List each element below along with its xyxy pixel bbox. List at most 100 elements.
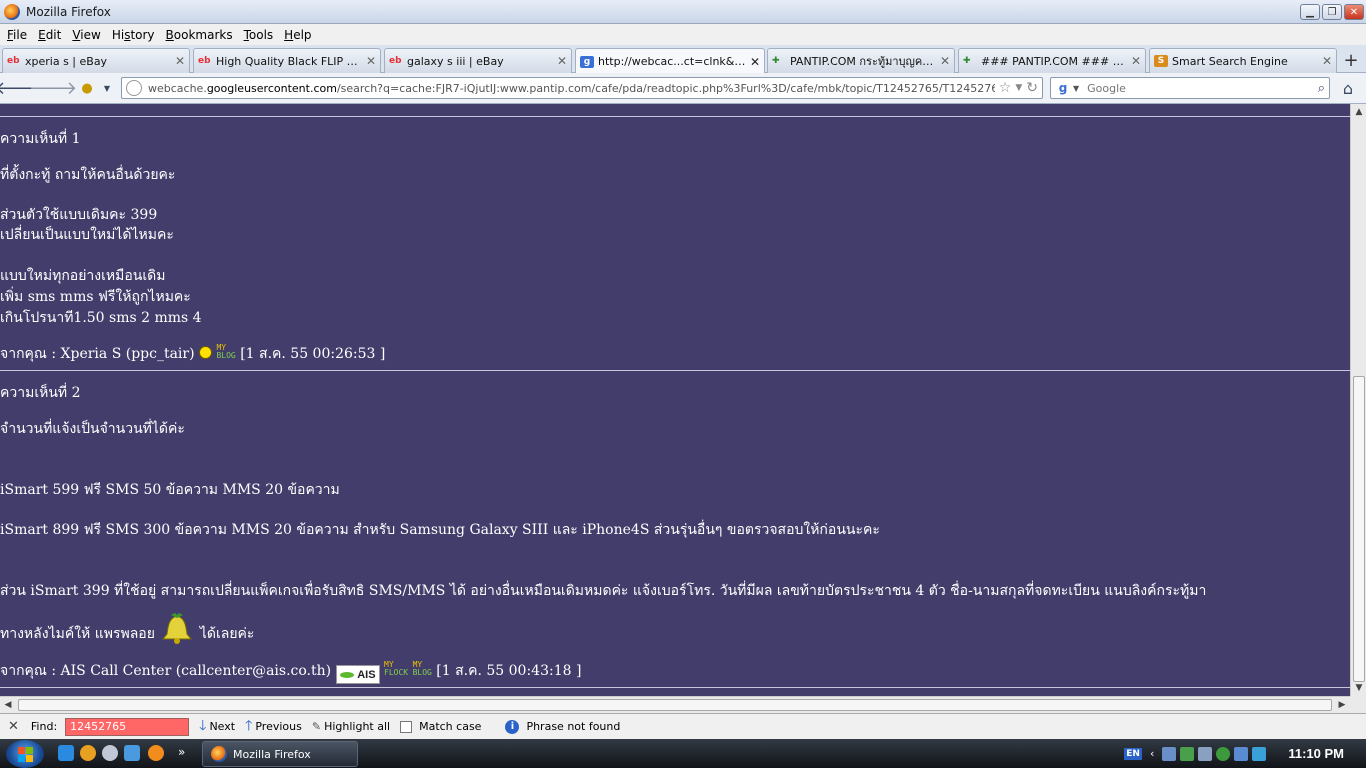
scroll-down-icon[interactable]: ▼ xyxy=(1351,680,1366,696)
app-quicklaunch-icon[interactable] xyxy=(80,745,96,761)
home-button[interactable]: ⌂ xyxy=(1336,78,1360,98)
close-window-button[interactable]: ✕ xyxy=(1344,4,1364,20)
bookmark-star-icon[interactable]: ☆ xyxy=(999,80,1012,96)
comment-header: ความเห็นที่ 1 xyxy=(0,131,81,147)
menu-bookmarks[interactable]: Bookmarks xyxy=(166,28,233,42)
url-bar[interactable]: webcache.googleusercontent.com/search?q=… xyxy=(121,77,1043,99)
windows-logo-icon xyxy=(17,746,33,762)
comment-2-footer: จากคุณ : AIS Call Center (callcenter@ais… xyxy=(0,660,1350,684)
vertical-scroll-thumb[interactable] xyxy=(1353,376,1365,682)
horizontal-scrollbar[interactable]: ◀ ▶ xyxy=(0,696,1350,713)
tab-close-icon[interactable]: ✕ xyxy=(366,54,376,68)
media-quicklaunch-icon[interactable] xyxy=(102,745,118,761)
reload-icon[interactable]: ↻ xyxy=(1026,80,1038,96)
tab-close-icon[interactable]: ✕ xyxy=(1322,54,1332,68)
app2-quicklaunch-icon[interactable] xyxy=(124,745,140,761)
minimize-button[interactable]: ▁ xyxy=(1300,4,1320,20)
tab-close-icon[interactable]: ✕ xyxy=(1131,54,1141,68)
myblog-link[interactable]: MY BLOG xyxy=(413,661,432,677)
info-icon: i xyxy=(505,719,520,734)
language-indicator[interactable]: EN xyxy=(1124,747,1142,760)
taskbar-firefox-item[interactable]: Mozilla Firefox xyxy=(202,741,358,767)
url-dropdown-icon[interactable]: ▼ xyxy=(1015,80,1022,96)
taskbar: » Mozilla Firefox EN ‹ 11:10 PM xyxy=(0,739,1366,768)
find-close-icon[interactable]: ✕ xyxy=(8,719,19,734)
scroll-right-icon[interactable]: ▶ xyxy=(1334,697,1350,713)
tab-webcache[interactable]: g http://webcac...ct=clnk&gl=th ✕ xyxy=(575,48,765,74)
comment-1-body-2: ส่วนตัวใช้แบบเดิมคะ 399 เปลี่ยนเป็นแบบให… xyxy=(0,205,1350,245)
tray-expand-icon[interactable]: ‹ xyxy=(1150,747,1154,760)
tray-monitor-icon[interactable] xyxy=(1198,746,1213,761)
myflock-link[interactable]: MY FLOCK xyxy=(384,661,408,677)
find-previous-button[interactable]: 🡑 Previous xyxy=(245,715,302,739)
back-button[interactable]: 🡐 xyxy=(0,78,43,99)
comment-line: ที่ตั้งกะทู้ ถามให้คนอื่นด้วยคะ xyxy=(0,167,176,183)
divider xyxy=(0,370,1350,371)
menu-tools[interactable]: Tools xyxy=(244,28,274,42)
google-search-engine-icon[interactable]: g xyxy=(1055,80,1071,96)
tab-close-icon[interactable]: ✕ xyxy=(940,54,950,68)
ebay-icon: eb xyxy=(389,56,402,66)
tab-close-icon[interactable]: ✕ xyxy=(557,54,567,68)
start-button[interactable] xyxy=(6,740,44,768)
tab-smart-search[interactable]: S Smart Search Engine ✕ xyxy=(1149,48,1337,73)
menu-history[interactable]: History xyxy=(112,28,155,42)
maximize-button[interactable]: ❐ xyxy=(1322,4,1342,20)
highlight-all-button[interactable]: ✎ Highlight all xyxy=(312,720,390,733)
ais-logo: AIS xyxy=(335,665,380,684)
vertical-scrollbar[interactable]: ▲ ▼ xyxy=(1350,104,1366,696)
page-content: ความเห็นที่ 1 ที่ตั้งกะทู้ ถามให้คนอื่นด… xyxy=(0,104,1350,696)
tray-volume-icon[interactable] xyxy=(1234,746,1249,761)
scroll-left-icon[interactable]: ◀ xyxy=(0,697,16,713)
horizontal-scroll-thumb[interactable] xyxy=(18,699,1332,711)
search-input[interactable] xyxy=(1085,80,1318,96)
tab-close-icon[interactable]: ✕ xyxy=(750,55,760,69)
comment-line: ส่วนตัวใช้แบบเดิมคะ 399 xyxy=(0,207,158,223)
globe-icon xyxy=(126,80,142,96)
search-bar[interactable]: g ▼ ⌕ xyxy=(1050,77,1330,99)
tab-flip-leather-ebay[interactable]: eb High Quality Black FLIP Leath... ✕ xyxy=(193,48,381,73)
comment-line: เกินโปรนาที1.50 sms 2 mms 4 xyxy=(0,310,202,326)
find-next-button[interactable]: 🡓 Next xyxy=(199,715,235,739)
myblog-link[interactable]: MY BLOG xyxy=(216,344,235,360)
tab-pantip-2[interactable]: ✚ ### PANTIP.COM ### คลัง... ✕ xyxy=(958,48,1146,73)
ie-quicklaunch-icon[interactable] xyxy=(58,745,74,761)
arrow-down-icon: 🡓 xyxy=(199,717,207,734)
tab-pantip-1[interactable]: ✚ PANTIP.COM กระทู้มาบุญครอ... ✕ xyxy=(767,48,955,73)
navigation-bar: 🡐 🡒 ● ▼ webcache.googleusercontent.com/s… xyxy=(0,73,1366,104)
tray-dropbox-icon[interactable] xyxy=(1252,746,1267,761)
forward-button[interactable]: 🡒 xyxy=(29,78,77,99)
pantip-cactus-icon: ✚ xyxy=(963,56,971,66)
tab-xperia-ebay[interactable]: eb xperia s | eBay ✕ xyxy=(2,48,190,73)
tray-status-icon[interactable] xyxy=(1216,746,1231,761)
addon-icon[interactable]: ● xyxy=(76,78,98,98)
menu-bar: File Edit View History Bookmarks Tools H… xyxy=(0,24,1366,45)
window-title: Mozilla Firefox xyxy=(26,4,111,19)
new-tab-button[interactable]: + xyxy=(1340,50,1362,71)
more-quicklaunch-icon[interactable]: » xyxy=(178,745,190,761)
match-case-checkbox[interactable]: Match case xyxy=(400,720,481,733)
menu-file[interactable]: File xyxy=(7,28,27,42)
menu-view[interactable]: View xyxy=(72,28,100,42)
menu-edit[interactable]: Edit xyxy=(38,28,61,42)
search-engine-dropdown-icon[interactable]: ▼ xyxy=(1073,84,1079,93)
clock[interactable]: 11:10 PM xyxy=(1288,746,1344,761)
scroll-up-icon[interactable]: ▲ xyxy=(1351,104,1366,120)
firefox-quicklaunch-icon[interactable] xyxy=(148,745,164,761)
comment-2-body-4: ส่วน iSmart 399 ที่ใช้อยู่ สามารถเปลี่ยน… xyxy=(0,580,1350,602)
find-input[interactable] xyxy=(65,717,190,736)
tab-label: High Quality Black FLIP Leath... xyxy=(216,54,362,68)
dropdown-chevron-icon[interactable]: ▼ xyxy=(100,78,114,98)
url-text[interactable]: webcache.googleusercontent.com/search?q=… xyxy=(148,82,995,95)
tray-network-icon[interactable] xyxy=(1180,746,1195,761)
comment-2-body-5: ทางหลังไมค์ให้ แพรพลอย ได้เลยค่ะ xyxy=(0,612,1350,646)
tray-app-icon[interactable] xyxy=(1162,746,1177,761)
tab-galaxy-ebay[interactable]: eb galaxy s iii | eBay ✕ xyxy=(384,48,572,73)
tab-label: ### PANTIP.COM ### คลัง... xyxy=(981,55,1127,68)
menu-help[interactable]: Help xyxy=(284,28,311,42)
comment-1-body: ที่ตั้งกะทู้ ถามให้คนอื่นด้วยคะ xyxy=(0,164,1350,186)
tab-close-icon[interactable]: ✕ xyxy=(175,54,185,68)
url-actions: ☆ ▼ ↻ xyxy=(995,80,1042,96)
divider xyxy=(0,116,1350,117)
magnifier-icon[interactable]: ⌕ xyxy=(1318,81,1325,96)
